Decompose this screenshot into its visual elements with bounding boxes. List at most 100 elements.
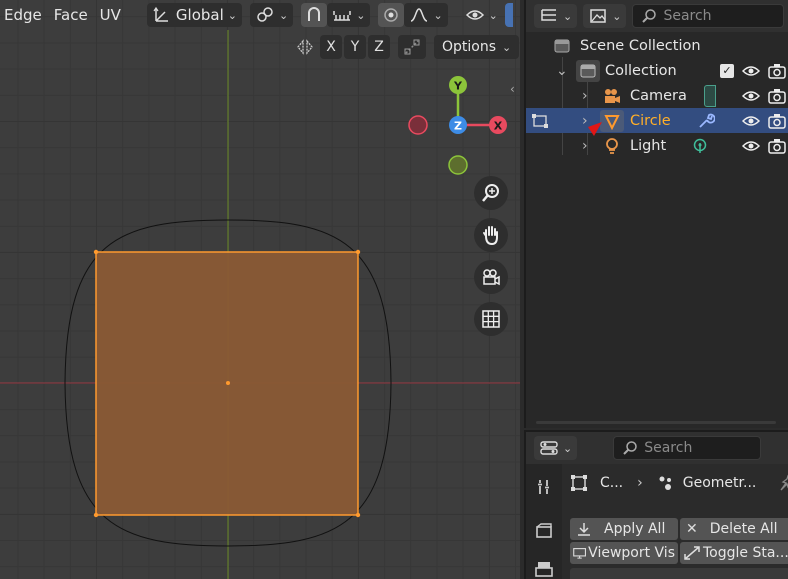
link-icon — [255, 5, 275, 25]
gizmo-z-label: Z — [454, 120, 462, 133]
overlay-visibility-dropdown[interactable]: ⌄ — [460, 3, 503, 27]
outliner-item-label: Collection — [605, 62, 677, 79]
perspective-toggle-button[interactable] — [474, 302, 508, 336]
falloff-curve-icon — [409, 5, 429, 25]
display-mode-dropdown[interactable]: ⌄ — [534, 4, 578, 28]
proportional-icon — [381, 5, 401, 25]
tab-output-icon[interactable] — [533, 558, 555, 579]
annotation-arrowhead — [588, 122, 602, 136]
grid-icon — [482, 310, 500, 328]
vertex — [93, 249, 99, 255]
outliner-search-input[interactable]: Search — [632, 4, 784, 28]
tab-tool-icon[interactable] — [533, 476, 555, 498]
eye-visibility-icon[interactable] — [742, 114, 760, 128]
apply-all-button[interactable]: Apply All — [570, 518, 678, 540]
row-controls — [742, 138, 786, 154]
tool-settings-bar: X Y Z Options ⌄ — [292, 34, 520, 60]
snap-target-dropdown[interactable]: ⌄ — [327, 3, 371, 27]
mirror-x-button[interactable]: X — [320, 35, 342, 59]
image-filter-icon — [588, 6, 608, 26]
zoom-button[interactable] — [474, 176, 508, 210]
search-icon — [623, 441, 637, 455]
eye-visibility-icon[interactable] — [742, 64, 760, 78]
options-dropdown[interactable]: Options ⌄ — [434, 35, 520, 59]
render-camera-icon[interactable] — [768, 138, 786, 154]
eye-visibility-icon — [465, 5, 485, 25]
menu-face[interactable]: Face — [54, 6, 100, 24]
viewport-vis-button[interactable]: Viewport Vis — [570, 542, 678, 564]
outliner-item-label: Light — [630, 137, 667, 154]
next-panel-header — [570, 568, 788, 579]
increment-icon — [332, 5, 352, 25]
editor-type-dropdown[interactable]: ⌄ — [534, 436, 578, 460]
gizmo-y-label: Y — [453, 80, 463, 93]
eye-visibility-icon[interactable] — [742, 139, 760, 153]
exclude-checkbox[interactable]: ✓ — [720, 63, 734, 78]
outliner-item-light[interactable]: › Light — [526, 133, 788, 158]
chevron-right-icon[interactable]: › — [582, 88, 588, 104]
mirror-icon[interactable] — [292, 35, 318, 59]
edit-mode-icon[interactable] — [530, 111, 550, 131]
transform-orientation-dropdown[interactable]: Global ⌄ — [146, 3, 242, 27]
topology-mirror-icon[interactable] — [398, 35, 426, 59]
toggle-stack-label: Toggle Sta... — [703, 545, 788, 561]
chevron-down-icon[interactable]: ⌄ — [556, 63, 568, 79]
falloff-dropdown[interactable]: ⌄ — [404, 3, 448, 27]
pin-icon[interactable] — [778, 474, 788, 492]
camera-data-icon[interactable] — [704, 84, 716, 107]
gizmo-x-label: X — [494, 120, 503, 133]
gizmo-toggle[interactable] — [504, 3, 513, 27]
face-center-dot — [226, 381, 230, 385]
render-camera-icon[interactable] — [768, 88, 786, 104]
orientation-label: Global — [175, 6, 224, 24]
navigation-gizmo[interactable]: Y X Z — [404, 71, 514, 181]
apply-all-label: Apply All — [604, 521, 666, 537]
monitor-icon — [573, 548, 586, 559]
properties-search-input[interactable]: Search — [613, 436, 762, 460]
expand-arrows-icon — [684, 546, 700, 560]
menu-uv[interactable]: UV — [100, 6, 147, 24]
3d-viewport[interactable]: Edge Face UV Global ⌄ ⌄ ⌄ ⌄ ⌄ X Y Z Opti… — [0, 0, 520, 579]
row-controls — [742, 113, 786, 129]
collection-icon — [576, 59, 600, 82]
search-icon — [642, 9, 657, 23]
delete-all-button[interactable]: ✕ Delete All — [680, 518, 788, 540]
camera-object-icon — [602, 86, 622, 106]
menu-edge[interactable]: Edge — [4, 6, 54, 24]
outliner-panel: ⌄ ⌄ Search Scene Collection ⌄ Collection… — [524, 0, 788, 428]
zoom-icon — [482, 184, 499, 202]
camera-view-button[interactable] — [474, 260, 508, 294]
outliner-item-circle[interactable]: › Circle — [526, 108, 788, 133]
outliner-item-scene-collection[interactable]: Scene Collection — [526, 33, 788, 58]
mirror-z-button[interactable]: Z — [368, 35, 390, 59]
outliner-icon — [539, 6, 559, 26]
vertex — [93, 512, 99, 518]
mirror-y-button[interactable]: Y — [344, 35, 366, 59]
chevron-down-icon: ⌄ — [279, 8, 289, 22]
chevron-right-icon: › — [637, 475, 643, 491]
properties-tab-bar — [526, 464, 562, 579]
filter-dropdown[interactable]: ⌄ — [583, 4, 627, 28]
render-camera-icon[interactable] — [768, 63, 786, 79]
outliner-header: ⌄ ⌄ Search — [526, 0, 788, 32]
pivot-point-dropdown[interactable]: ⌄ — [250, 3, 294, 27]
download-icon — [578, 523, 590, 536]
geometry-nodes-icon — [659, 476, 671, 490]
light-data-icon[interactable] — [690, 136, 710, 156]
outliner-horizontal-scrollbar[interactable] — [536, 421, 776, 424]
snap-toggle[interactable] — [301, 3, 328, 27]
delete-all-label: Delete All — [709, 521, 778, 537]
vertex — [355, 512, 361, 518]
wrench-modifier-icon[interactable] — [696, 111, 716, 131]
pan-button[interactable] — [474, 218, 508, 252]
gizmo-x-negative — [408, 115, 428, 135]
tab-render-icon[interactable] — [533, 520, 555, 542]
render-camera-icon[interactable] — [768, 113, 786, 129]
options-label: Options — [442, 39, 497, 55]
eye-visibility-icon[interactable] — [742, 89, 760, 103]
close-icon: ✕ — [686, 521, 698, 537]
toggle-stack-button[interactable]: Toggle Sta... — [680, 542, 788, 564]
outliner-item-collection[interactable]: ⌄ Collection ✓ — [526, 58, 788, 83]
outliner-item-camera[interactable]: › Camera — [526, 83, 788, 108]
proportional-editing-toggle[interactable] — [378, 3, 405, 27]
